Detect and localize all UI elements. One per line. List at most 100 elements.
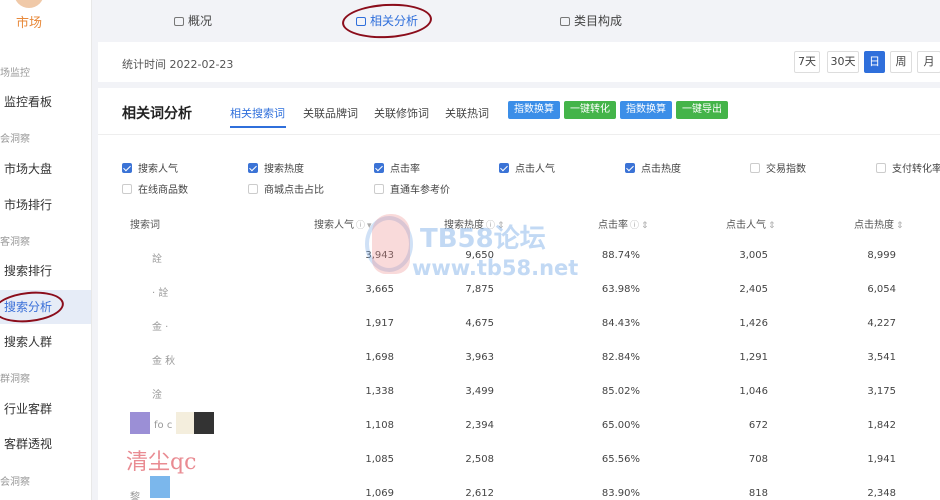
checkbox-label: 搜索热度 [264,164,304,175]
checkbox-unchecked-icon [750,163,760,173]
app-root: 市场 场监控 监控看板 会洞察 市场大盘 市场排行 客洞察 搜索排行 搜索分析 … [0,0,940,500]
click-rate-cell: 65.56% [601,454,640,465]
sidebar-item-market-rank[interactable]: 市场排行 [0,188,91,222]
sidebar-item-search-rank[interactable]: 搜索排行 [0,254,91,288]
metric-checkbox[interactable]: 支付转化率 [876,160,940,175]
redaction-block [176,412,196,434]
top-tab-bar: 概况 相关分析 类目构成 [98,0,940,40]
click-rate-cell: 65.00% [601,420,640,431]
checkbox-label: 搜索人气 [138,164,178,175]
search-popularity-cell: 1,698 [365,352,394,363]
metric-checkbox[interactable]: 点击热度 [625,160,681,175]
index-convert-button[interactable]: 指数换算 [508,101,560,119]
keyword-cell: 淦 [152,390,162,401]
period-week-button[interactable]: 周 [890,51,912,73]
sort-icon: ⇕ [768,221,776,231]
checkbox-checked-icon [248,163,258,173]
subtab-related-hot-words[interactable]: 关联热词 [445,105,489,121]
header-label: 搜索人气 [314,220,354,231]
column-header-click-heat[interactable]: 点击热度 ⇕ [854,216,904,231]
tab-related-analysis[interactable]: 相关分析 [356,12,418,29]
metric-checkbox[interactable]: 搜索人气 [122,160,178,175]
click-popularity-cell: 2,405 [739,284,768,295]
click-rate-cell: 63.98% [601,284,640,295]
click-heat-cell: 8,999 [867,250,896,261]
click-popularity-cell: 672 [748,420,768,431]
sort-icon: ⇕ [896,221,904,231]
click-heat-cell: 3,541 [867,352,896,363]
panel-divider [98,134,940,135]
tab-label: 概况 [188,14,213,28]
period-30d-button[interactable]: 30天 [827,51,859,73]
metric-checkbox[interactable]: 在线商品数 [122,181,188,196]
click-rate-cell: 84.43% [601,318,640,329]
brand-logo-icon [14,0,44,8]
metric-checkbox[interactable]: 直通车参考价 [374,181,450,196]
one-click-convert-button[interactable]: 一键转化 [564,101,616,119]
sidebar-item-industry-crowd[interactable]: 行业客群 [0,392,91,426]
column-header-click-rate[interactable]: 点击率 ⓘ ⇕ [598,216,649,231]
tab-overview[interactable]: 概况 [174,12,212,29]
checkbox-unchecked-icon [122,184,132,194]
sidebar-item-monitor[interactable]: 监控看板 [0,85,91,119]
sidebar-item-crowd-insight[interactable]: 客群透视 [0,427,91,461]
period-7d-button[interactable]: 7天 [794,51,820,73]
search-heat-cell: 4,675 [465,318,494,329]
search-heat-cell: 3,963 [465,352,494,363]
tab-icon [356,17,366,26]
table-row[interactable]: 1,085 2,508 65.56% 708 1,941 [98,442,940,475]
brand-name: 市场 [16,16,43,31]
tab-category-composition[interactable]: 类目构成 [560,12,622,29]
sidebar-group-label: 会洞察 [0,477,30,488]
table-row[interactable]: 淦 1,338 3,499 85.02% 1,046 3,175 [98,374,940,407]
checkbox-checked-icon [122,163,132,173]
search-popularity-cell: 1,917 [365,318,394,329]
click-heat-cell: 4,227 [867,318,896,329]
column-header-search-popularity[interactable]: 搜索人气 ⓘ ▾ [314,216,372,231]
header-label: 点击热度 [854,220,894,231]
sidebar-item-market-overview[interactable]: 市场大盘 [0,152,91,186]
period-month-button[interactable]: 月 [917,51,940,73]
click-heat-cell: 2,348 [867,488,896,499]
click-popularity-cell: 1,046 [739,386,768,397]
click-heat-cell: 1,842 [867,420,896,431]
index-convert-button-2[interactable]: 指数换算 [620,101,672,119]
sidebar: 市场 场监控 监控看板 会洞察 市场大盘 市场排行 客洞察 搜索排行 搜索分析 … [0,0,92,500]
search-popularity-cell: 1,108 [365,420,394,431]
subtab-related-modifier-words[interactable]: 关联修饰词 [374,105,429,121]
table-row[interactable]: 金 · 1,917 4,675 84.43% 1,426 4,227 [98,306,940,339]
checkbox-checked-icon [499,163,509,173]
click-rate-cell: 82.84% [601,352,640,363]
column-header-click-popularity[interactable]: 点击人气 ⇕ [726,216,776,231]
sidebar-group-label: 群洞察 [0,374,30,385]
search-popularity-cell: 1,085 [365,454,394,465]
sidebar-item-search-crowd[interactable]: 搜索人群 [0,325,91,359]
click-rate-cell: 85.02% [601,386,640,397]
metric-checkbox[interactable]: 交易指数 [750,160,806,175]
metric-checkbox[interactable]: 商城点击占比 [248,181,324,196]
watermark-signature: 清尘qc [126,450,197,475]
metric-checkbox[interactable]: 点击率 [374,160,420,175]
checkbox-checked-icon [374,163,384,173]
metric-checkbox[interactable]: 搜索热度 [248,160,304,175]
checkbox-label: 商城点击占比 [264,185,324,196]
checkbox-label: 点击率 [390,164,420,175]
table-row[interactable]: 黎 1,069 2,612 83.90% 818 2,348 [98,476,940,500]
table-row[interactable]: 金 秋 1,698 3,963 82.84% 1,291 3,541 [98,340,940,373]
click-heat-cell: 1,941 [867,454,896,465]
one-click-export-button[interactable]: 一键导出 [676,101,728,119]
search-heat-cell: 3,499 [465,386,494,397]
click-rate-cell: 83.90% [601,488,640,499]
sidebar-item-search-analysis[interactable]: 搜索分析 [0,290,91,324]
metric-checkbox[interactable]: 点击人气 [499,160,555,175]
subtab-related-brand-words[interactable]: 关联品牌词 [303,105,358,121]
checkbox-unchecked-icon [248,184,258,194]
click-heat-cell: 6,054 [867,284,896,295]
search-heat-cell: 2,508 [465,454,494,465]
keyword-cell: 詮 [152,254,162,265]
period-day-button[interactable]: 日 [864,51,885,73]
table-row[interactable]: fo c 1,108 2,394 65.00% 672 1,842 [98,408,940,441]
subtab-related-search-words[interactable]: 相关搜索词 [230,105,285,121]
header-label: 点击人气 [726,220,766,231]
keyword-cell: 金 · [152,322,169,333]
